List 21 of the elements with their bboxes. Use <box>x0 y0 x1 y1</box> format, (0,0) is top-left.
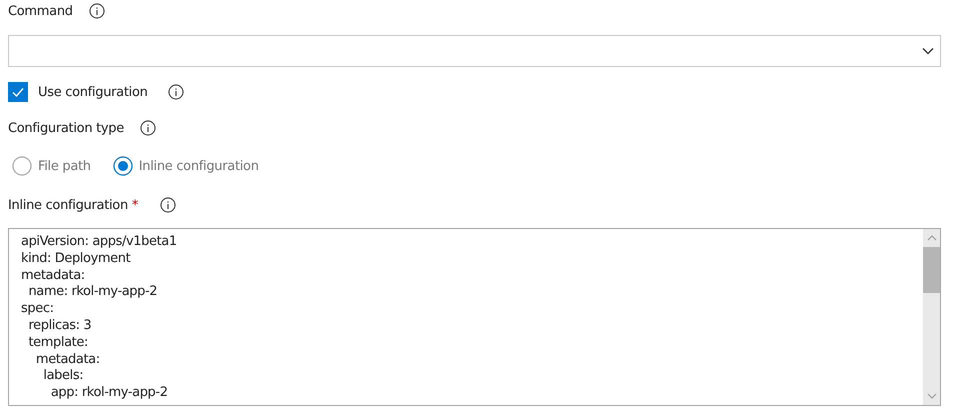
command-label: Command <box>8 4 73 18</box>
info-icon[interactable] <box>160 197 176 213</box>
radio-label[interactable]: File path <box>38 158 91 174</box>
scrollbar[interactable] <box>923 229 940 405</box>
checkbox-label[interactable]: Use configuration <box>38 84 148 100</box>
configuration-type-label: Configuration type <box>8 120 124 136</box>
radio-button[interactable] <box>12 156 32 176</box>
radio-button[interactable] <box>112 156 133 176</box>
required-mark: * <box>132 198 138 212</box>
info-icon[interactable] <box>168 84 184 100</box>
info-icon[interactable] <box>88 3 105 19</box>
code-text-area[interactable]: apiVersion: apps/v1beta1 kind: Deployment metadata: name: rkol-my-app-2 spec: replicas: 3 template: metadata: labels: app: rkol-my-app-2 <box>8 228 941 406</box>
chevron-down-icon <box>922 47 934 55</box>
scroll-up-icon[interactable] <box>926 235 936 241</box>
scroll-down-icon[interactable] <box>926 393 936 399</box>
radio-label[interactable]: Inline configuration <box>138 158 259 174</box>
info-icon[interactable] <box>140 120 156 136</box>
code-text: apiVersion: apps/v1beta1 kind: Deployment metadata: name: rkol-my-app-2 spec: replicas: 3 template: metadata: labels: app: rkol-my-app-2 <box>20 233 178 402</box>
scrollbar-thumb[interactable] <box>923 247 940 293</box>
checkbox[interactable] <box>8 82 28 102</box>
inline-configuration-label: Inline configuration <box>8 198 128 212</box>
